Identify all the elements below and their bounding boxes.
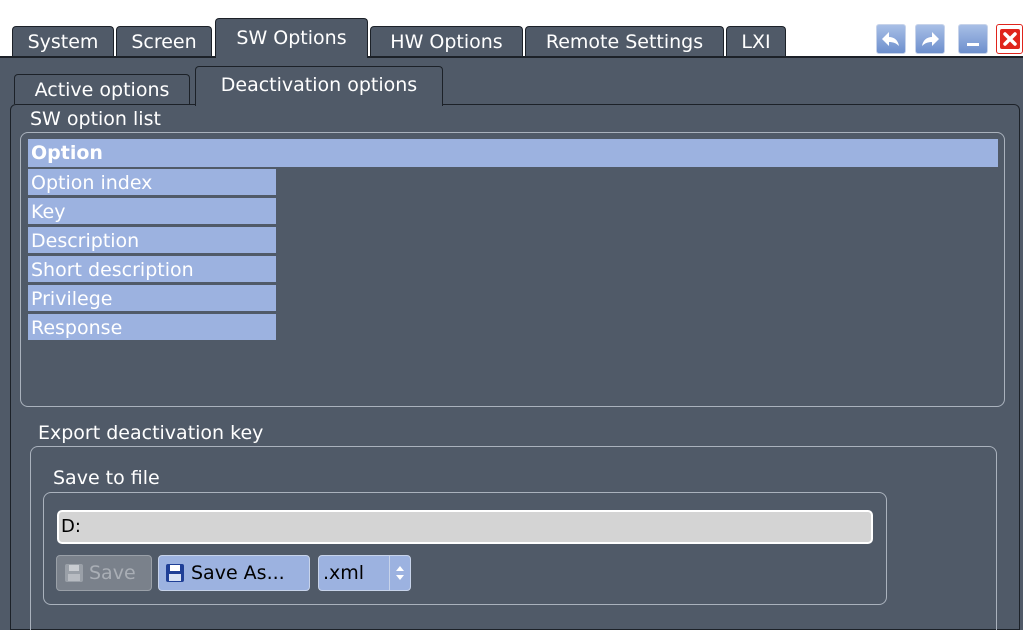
undo-button[interactable] [876,24,906,54]
tab-hw-options[interactable]: HW Options [370,26,523,56]
table-row-privilege[interactable]: Privilege [28,285,276,313]
dialog-title: Setup [794,18,857,40]
table-row-short-description[interactable]: Short description [28,256,276,284]
close-button[interactable] [996,24,1023,54]
subtab-deactivation-options[interactable]: Deactivation options [195,66,443,106]
floppy-disk-icon [166,564,184,582]
save-as-button[interactable]: Save As... [158,555,310,591]
file-format-select[interactable]: .xml [318,555,411,591]
tab-sw-options[interactable]: SW Options [215,18,368,58]
table-row-description[interactable]: Description [28,227,276,255]
tab-screen[interactable]: Screen [116,26,212,56]
undo-icon [882,32,899,46]
tab-system[interactable]: System [12,26,114,56]
file-path-field[interactable]: D: [57,510,873,544]
table-row-option-index[interactable]: Option index [28,169,276,197]
tab-remote-settings[interactable]: Remote Settings [525,26,724,56]
sw-option-list-label: SW option list [30,108,161,130]
subtab-active-options[interactable]: Active options [14,74,190,104]
save-as-label: Save As... [191,562,285,584]
table-header-option[interactable]: Option [28,139,998,167]
select-arrows-icon [389,556,410,590]
save-button[interactable]: Save [56,555,152,591]
save-label: Save [89,562,136,584]
redo-icon [922,32,939,46]
floppy-disk-icon [65,564,83,582]
export-deactivation-key-label: Export deactivation key [38,422,264,444]
tab-lxi[interactable]: LXI [726,26,786,56]
tab-strip-line [0,56,1023,58]
table-row-response[interactable]: Response [28,314,276,342]
redo-button[interactable] [915,24,945,54]
minimize-button[interactable] [958,24,988,54]
file-format-value: .xml [323,562,365,584]
close-icon [999,29,1020,49]
minimize-icon [967,43,979,46]
table-row-key[interactable]: Key [28,198,276,226]
save-to-file-label: Save to file [53,467,160,489]
